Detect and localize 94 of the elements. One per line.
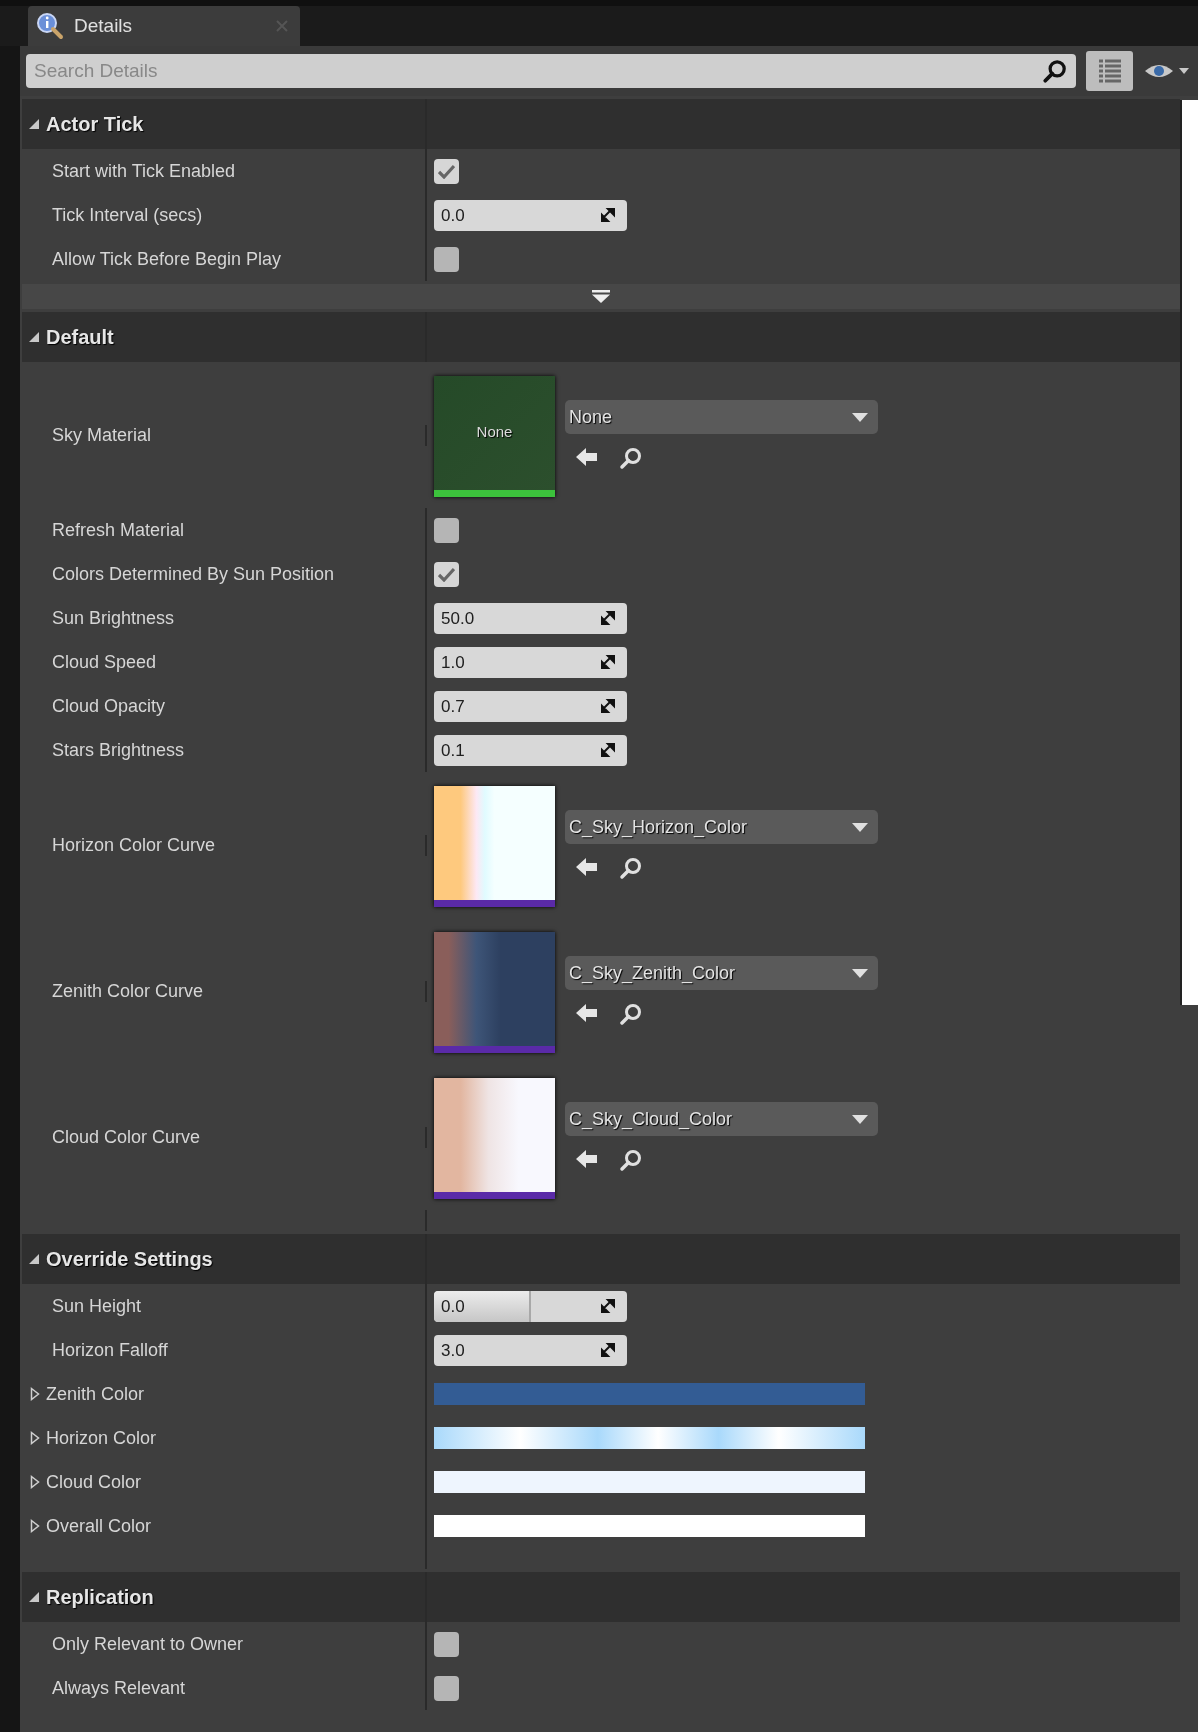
expand-arrow-icon[interactable] xyxy=(30,1475,40,1489)
search-icon[interactable] xyxy=(619,1002,643,1026)
number-field[interactable]: 50.0 xyxy=(434,602,627,634)
resize-arrows-icon xyxy=(601,610,615,625)
scrollbar[interactable] xyxy=(1180,100,1198,1005)
caret-icon xyxy=(852,822,868,832)
property-label: Colors Determined By Sun Position xyxy=(52,563,335,585)
collapse-arrow-icon[interactable] xyxy=(28,331,40,343)
color-swatch[interactable] xyxy=(434,1515,865,1537)
property-label: Tick Interval (secs) xyxy=(52,204,203,226)
property-label: Stars Brightness xyxy=(52,739,185,761)
caret-icon xyxy=(852,968,868,978)
property-label: Cloud Speed xyxy=(52,651,157,673)
section-header[interactable]: Actor Tick xyxy=(22,99,1180,149)
property-label: Sun Height xyxy=(52,1295,142,1317)
checkbox[interactable] xyxy=(434,246,459,272)
property-label: Only Relevant to Owner xyxy=(52,1633,244,1655)
property-label: Refresh Material xyxy=(52,519,185,541)
checkbox[interactable] xyxy=(434,517,459,543)
show-advanced-arrow-icon[interactable] xyxy=(592,290,610,303)
section-header[interactable]: Override Settings xyxy=(22,1234,1180,1284)
search-icon[interactable] xyxy=(1042,58,1068,84)
collapse-arrow-icon[interactable] xyxy=(28,1591,40,1603)
property-label: Horizon Color Curve xyxy=(52,834,216,856)
checkbox[interactable] xyxy=(434,561,459,587)
number-field[interactable]: 1.0 xyxy=(434,646,627,678)
section-title: Actor Tick xyxy=(46,112,144,136)
asset-dropdown[interactable]: C_Sky_Cloud_Color xyxy=(565,1102,878,1136)
checkbox[interactable] xyxy=(434,1675,459,1701)
field-value: 1.0 xyxy=(441,652,465,673)
resize-arrows-icon xyxy=(601,1342,615,1357)
number-field[interactable]: 0.1 xyxy=(434,734,627,766)
search-icon[interactable] xyxy=(619,1148,643,1172)
resize-arrows-icon xyxy=(601,207,615,222)
color-swatch[interactable] xyxy=(434,1383,865,1405)
property-label: Sky Material xyxy=(52,424,152,446)
property-label: Overall Color xyxy=(46,1515,152,1537)
section-header[interactable]: Default xyxy=(22,312,1180,362)
caret-icon xyxy=(852,412,868,422)
details-tab[interactable]: Details xyxy=(28,6,300,46)
list-view-button[interactable] xyxy=(1086,51,1133,91)
field-value: 0.7 xyxy=(441,696,465,717)
property-label: Horizon Color xyxy=(46,1427,157,1449)
color-swatch[interactable] xyxy=(434,1427,865,1449)
property-label: Start with Tick Enabled xyxy=(52,160,236,182)
list-icon xyxy=(1096,58,1123,84)
number-field[interactable]: 0.0 xyxy=(434,199,627,231)
caret-icon xyxy=(852,1114,868,1124)
field-value: 3.0 xyxy=(441,1340,465,1361)
number-field[interactable]: 0.7 xyxy=(434,690,627,722)
asset-dropdown[interactable]: C_Sky_Zenith_Color xyxy=(565,956,878,990)
asset-dropdown[interactable]: C_Sky_Horizon_Color xyxy=(565,810,878,844)
section-header[interactable]: Replication xyxy=(22,1572,1180,1622)
field-value: 50.0 xyxy=(441,608,475,629)
expand-arrow-icon[interactable] xyxy=(30,1519,40,1533)
collapse-arrow-icon[interactable] xyxy=(28,1253,40,1265)
thumbnail-label: None xyxy=(475,423,514,440)
collapse-arrow-icon[interactable] xyxy=(28,118,40,130)
color-swatch[interactable] xyxy=(434,1471,865,1493)
resize-arrows-icon xyxy=(601,1298,615,1313)
section-title: Override Settings xyxy=(46,1247,213,1271)
slider-fill[interactable] xyxy=(434,1290,531,1322)
field-value: 0.0 xyxy=(441,205,465,226)
expand-arrow-icon[interactable] xyxy=(30,1431,40,1445)
search-field[interactable]: Search Details xyxy=(26,54,1076,88)
property-label: Sun Brightness xyxy=(52,607,175,629)
property-label: Allow Tick Before Begin Play xyxy=(52,248,282,270)
info-magnifier-icon xyxy=(36,12,64,40)
curve-thumbnail[interactable] xyxy=(434,1078,555,1199)
section-title: Replication xyxy=(46,1585,154,1609)
search-icon[interactable] xyxy=(619,446,643,470)
property-label: Zenith Color Curve xyxy=(52,980,204,1002)
search-icon[interactable] xyxy=(619,856,643,880)
checkbox[interactable] xyxy=(434,1631,459,1657)
checkbox[interactable] xyxy=(434,158,459,184)
property-label: Horizon Falloff xyxy=(52,1339,168,1361)
curve-thumbnail[interactable] xyxy=(434,932,555,1053)
expand-arrow-icon[interactable] xyxy=(30,1387,40,1401)
material-thumbnail[interactable]: None xyxy=(434,376,555,497)
property-label: Zenith Color xyxy=(46,1383,145,1405)
property-label: Cloud Opacity xyxy=(52,695,166,717)
resize-arrows-icon xyxy=(601,698,615,713)
property-label: Always Relevant xyxy=(52,1677,186,1699)
property-label: Cloud Color xyxy=(46,1471,142,1493)
number-field[interactable]: 0.0 xyxy=(434,1290,627,1322)
resize-arrows-icon xyxy=(601,654,615,669)
field-value: 0.1 xyxy=(441,740,465,761)
resize-arrows-icon xyxy=(601,742,615,757)
section-title: Default xyxy=(46,325,114,349)
property-label: Cloud Color Curve xyxy=(52,1126,201,1148)
field-value: 0.0 xyxy=(441,1296,465,1317)
curve-thumbnail[interactable] xyxy=(434,786,555,907)
number-field[interactable]: 3.0 xyxy=(434,1334,627,1366)
asset-dropdown[interactable]: None xyxy=(565,400,878,434)
